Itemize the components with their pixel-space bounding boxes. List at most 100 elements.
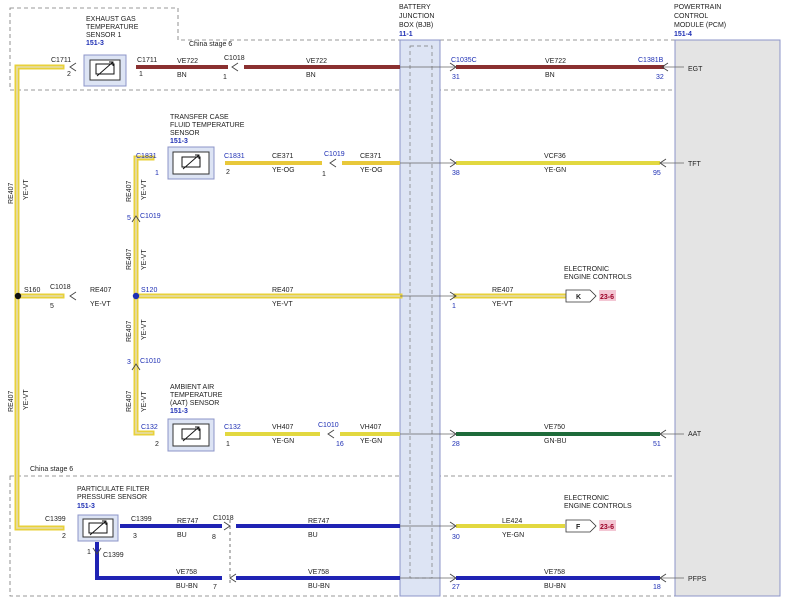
egt-pin-1: 1 — [139, 71, 143, 78]
egt-color1: BN — [177, 72, 187, 79]
splice-s160-dot — [14, 292, 22, 300]
tft-wire1: CE371 — [272, 153, 294, 160]
egt-c1711-left: C1711 — [51, 57, 71, 64]
bjb-title-line1: BATTERY — [399, 4, 431, 11]
bjb-ref: 11-1 — [399, 31, 413, 38]
arrow-tft-c1019 — [329, 158, 337, 168]
aat-sensor-pin: 1 — [226, 441, 230, 448]
tft-sensor-inner — [172, 151, 210, 175]
aat-c1010-pin: 16 — [336, 441, 344, 448]
egt-wire3: VE722 — [545, 58, 566, 65]
aat-wire1: VH407 — [272, 424, 294, 431]
aat-pcm-pin: 51 — [653, 441, 661, 448]
aat-wire3: VE750 — [544, 424, 565, 431]
aat-sensor-line3: (AAT) SENSOR — [170, 400, 219, 407]
tft-wire3: VCF36 — [544, 153, 566, 160]
pfps-pcm-pin: 18 — [653, 584, 661, 591]
vert-tft-wire: RE407 — [126, 180, 133, 202]
aat-sensor — [167, 418, 215, 452]
pcm-pin-egt: EGT — [688, 66, 703, 73]
eec-f-ref-text[interactable]: 23-6 — [600, 524, 614, 531]
eec-k-ref[interactable]: K 23-6 — [565, 289, 616, 303]
vert-mid-down-color: YE-VT — [141, 319, 148, 340]
tft-sensor — [167, 146, 215, 180]
egt-sensor-line3: SENSOR 1 — [86, 32, 122, 39]
trunk-upper-wire: RE407 — [8, 182, 15, 204]
vert-mid-up-wire: RE407 — [126, 248, 133, 270]
pcm-pin-pfps: PFPS — [688, 576, 707, 583]
pfp-color2: BU — [308, 532, 318, 539]
region-top-label: China stage 6 — [189, 41, 232, 48]
s120-left-wire: RE407 — [90, 287, 112, 294]
region-outlines — [9, 7, 749, 597]
splice-s120-label: S120 — [141, 287, 157, 294]
egt-sensor-line2: TEMPERATURE — [86, 24, 139, 31]
aat-color2: YE-GN — [360, 438, 382, 445]
splice-s160-label: S160 — [24, 287, 40, 294]
region-bottom-label: China stage 6 — [30, 466, 73, 473]
trunk-lower-wire: RE407 — [8, 390, 15, 412]
eec-k-line2: ENGINE CONTROLS — [564, 274, 632, 281]
pfp-sensor-line2: PRESSURE SENSOR — [77, 494, 147, 501]
pfps-color2: BU-BN — [308, 583, 330, 590]
eec-k-line1: ELECTRONIC — [564, 266, 609, 273]
pfp-wire3: LE424 — [502, 518, 522, 525]
vert-c1010: C1010 — [140, 358, 161, 365]
pfp-sensor — [77, 514, 119, 542]
tft-sensor-line3: SENSOR — [170, 130, 200, 137]
egt-sensor-line1: EXHAUST GAS — [86, 16, 136, 23]
pfp-right-pin: 3 — [133, 533, 137, 540]
pfps-color1: BU-BN — [176, 583, 198, 590]
egt-pcm-conn: C1381B — [638, 57, 664, 64]
egt-pin-2: 2 — [67, 71, 71, 78]
ye-wires — [225, 161, 660, 528]
trunk-upper-color: YE-VT — [23, 179, 30, 200]
tft-wire2: CE371 — [360, 153, 382, 160]
arrow-pfps-c1018 — [229, 573, 237, 583]
aat-c132-sensor: C132 — [224, 424, 241, 431]
vert-c1010-pin: 3 — [127, 359, 131, 366]
pfp-color1: BU — [177, 532, 187, 539]
wiring-diagram: China stage 6 China stage 6 BATTERY JUNC… — [8, 4, 781, 597]
s120-right-color: YE-VT — [492, 301, 513, 308]
vert-tft-color: YE-VT — [141, 179, 148, 200]
pcm-title-line2: CONTROL — [674, 13, 708, 20]
pfp-wire2: RE747 — [308, 518, 330, 525]
aat-sensor-inner — [172, 423, 210, 447]
s120-c1018: C1018 — [50, 284, 71, 291]
aat-c1010: C1010 — [318, 422, 339, 429]
pcm-pin-tft: TFT — [688, 161, 702, 168]
pcm-ref: 151-4 — [674, 31, 692, 38]
eec-k-ref-text[interactable]: 23-6 — [600, 294, 614, 301]
pcm-title-line3: MODULE (PCM) — [674, 22, 726, 29]
eec-f-ref[interactable]: F 23-6 — [565, 519, 616, 533]
aat-sensor-ref: 151-3 — [170, 408, 188, 415]
eec-f-line1: ELECTRONIC — [564, 495, 609, 502]
pfp-sensor-ref: 151-3 — [77, 503, 95, 510]
trunk-lower-color: YE-VT — [23, 389, 30, 410]
arrow-aat-c1010 — [327, 429, 335, 439]
egt-sensor-ref: 151-3 — [86, 40, 104, 47]
tft-c1831-sensor: C1831 — [224, 153, 245, 160]
arrow-s120-left — [69, 291, 77, 301]
bjb-passthrough — [400, 66, 684, 579]
wire-trunk-outer — [14, 64, 403, 531]
egt-c1018-pin: 1 — [223, 74, 227, 81]
aat-sensor-line2: TEMPERATURE — [170, 392, 223, 399]
splice-s120-dot — [132, 292, 140, 300]
aat-c132-left: C132 — [141, 424, 158, 431]
egt-c1711-right: C1711 — [137, 57, 157, 64]
pfp-wire1: RE747 — [177, 518, 199, 525]
tft-sensor-ref: 151-3 — [170, 138, 188, 145]
tft-bjb-pin: 38 — [452, 170, 460, 177]
pfps-bjb-pin: 27 — [452, 584, 460, 591]
s120-c1018-pin: 5 — [50, 303, 54, 310]
pcm-pin-aat: AAT — [688, 431, 702, 438]
bjb-title-line2: JUNCTION — [399, 13, 434, 20]
pcm-title-line1: POWERTRAIN — [674, 4, 721, 11]
tft-color3: YE-GN — [544, 167, 566, 174]
tft-c1019: C1019 — [324, 151, 345, 158]
pfp-c1399-left: C1399 — [45, 516, 66, 523]
pfp-c1018-pin: 8 — [212, 534, 216, 541]
s120-right-wire: RE407 — [492, 287, 514, 294]
